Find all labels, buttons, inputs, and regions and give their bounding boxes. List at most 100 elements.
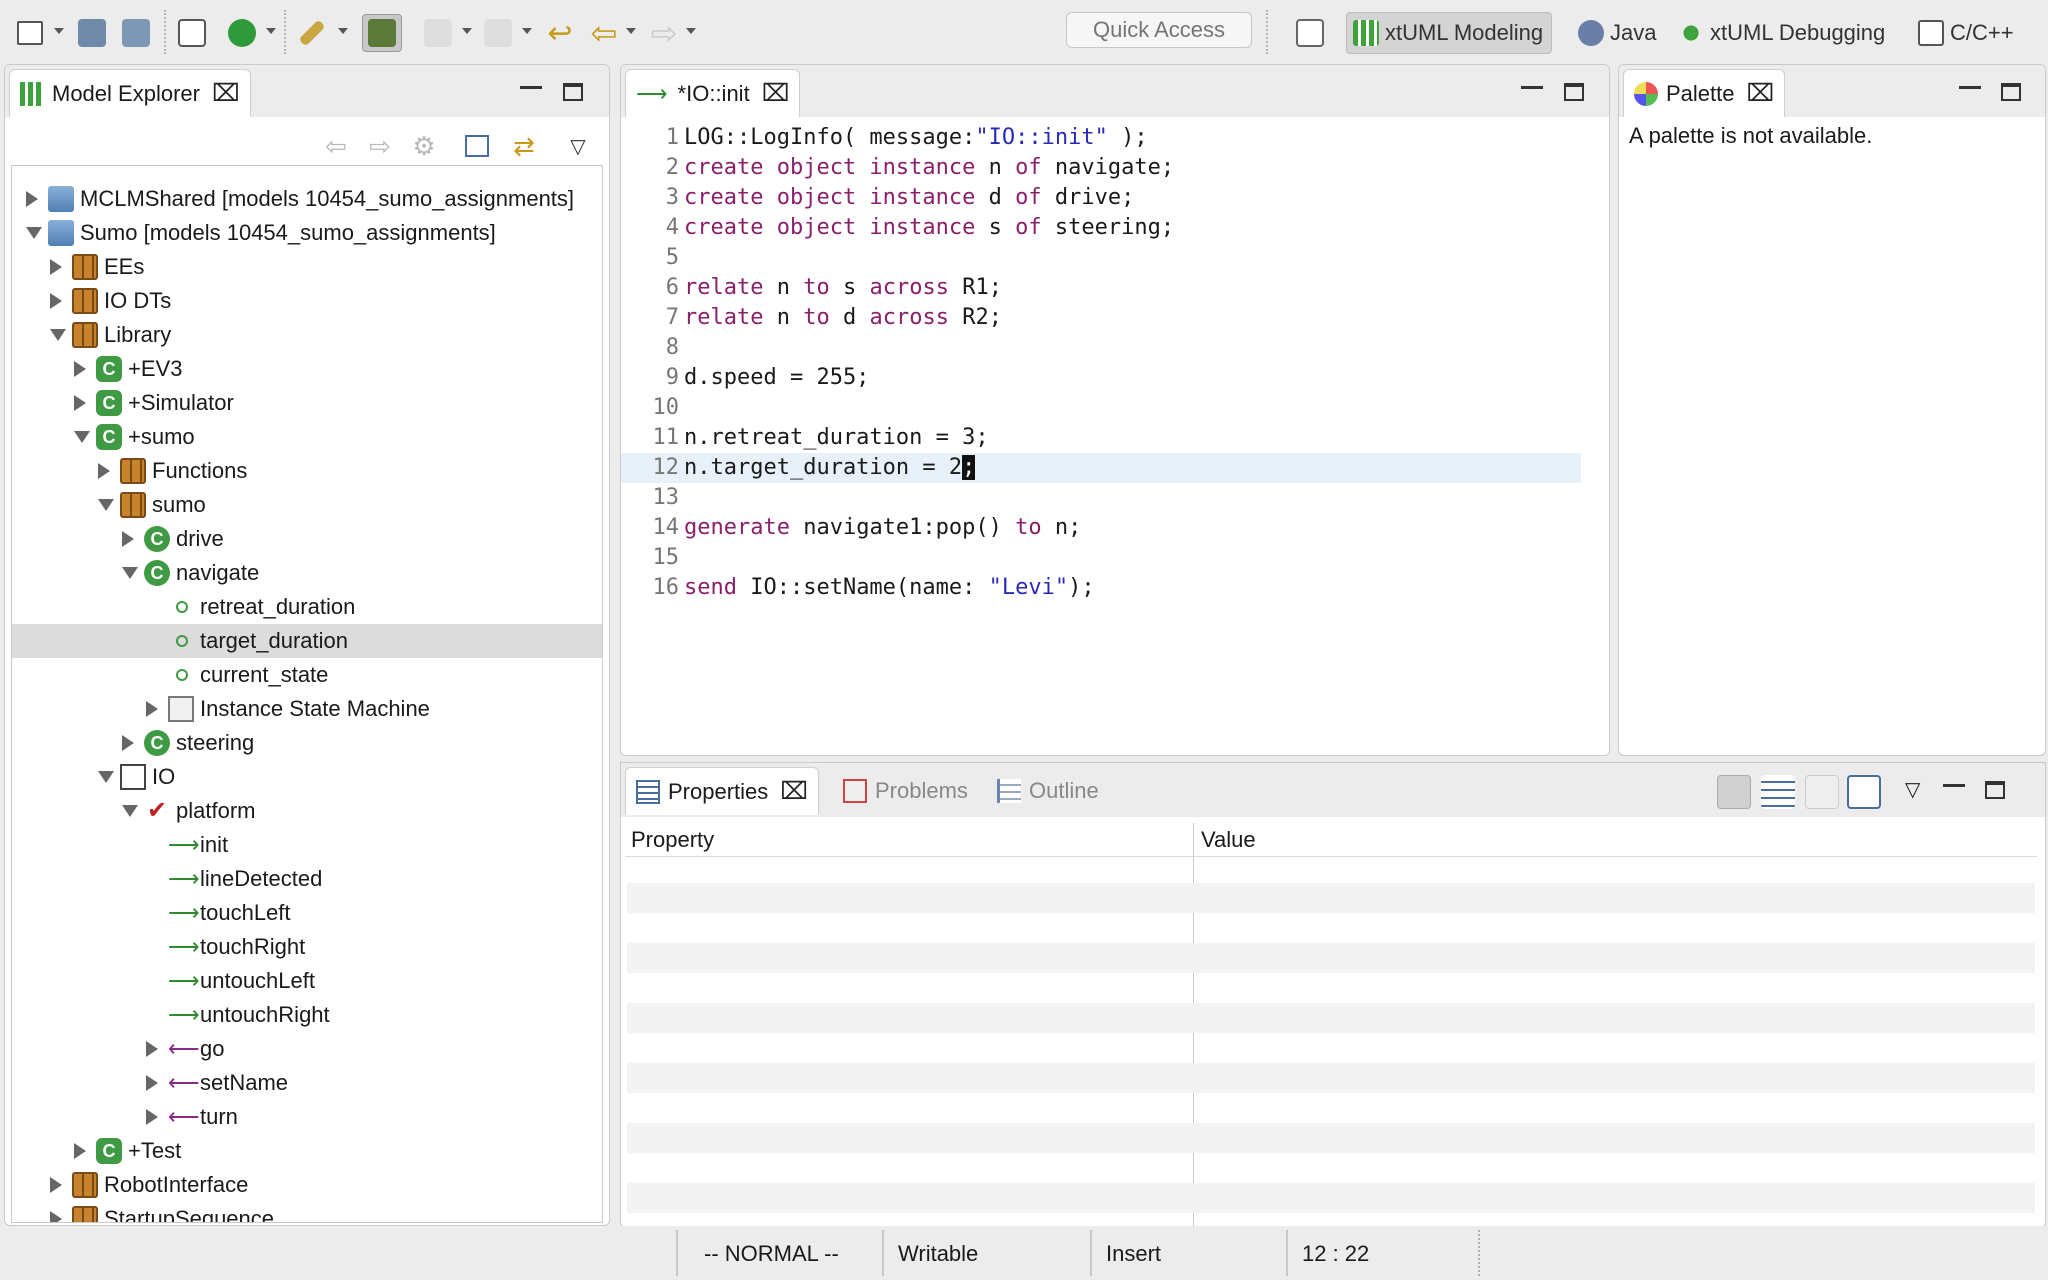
- expanded-twisty-icon[interactable]: [98, 499, 114, 511]
- tree-item[interactable]: ⟶ untouchRight: [12, 998, 602, 1032]
- perspective-cpp[interactable]: C/C++: [1918, 12, 2014, 54]
- tree-item[interactable]: ⟶ touchLeft: [12, 896, 602, 930]
- tree-item[interactable]: ✔ platform: [12, 794, 602, 828]
- tree-item[interactable]: ⟵ go: [12, 1032, 602, 1066]
- maximize-button[interactable]: [1985, 781, 2005, 799]
- code-line[interactable]: 13: [621, 483, 1581, 513]
- code-line[interactable]: 3 create object instance d of drive;: [621, 183, 1581, 213]
- last-edit-button[interactable]: ↩: [540, 14, 580, 52]
- back-button[interactable]: ⇦: [584, 14, 624, 52]
- pin-view-button[interactable]: [1847, 775, 1881, 809]
- chevron-down-icon[interactable]: [626, 28, 636, 34]
- tree-item[interactable]: C +EV3: [12, 352, 602, 386]
- code-line[interactable]: 6 relate n to s across R1;: [621, 273, 1581, 303]
- collapsed-twisty-icon[interactable]: [74, 1143, 86, 1159]
- back-nav-icon[interactable]: ⇦: [321, 131, 351, 161]
- code-line[interactable]: 10: [621, 393, 1581, 423]
- collapsed-twisty-icon[interactable]: [74, 395, 86, 411]
- maximize-button[interactable]: [563, 83, 583, 101]
- collapsed-twisty-icon[interactable]: [74, 361, 86, 377]
- perspective-xtuml-modeling[interactable]: xtUML Modeling: [1346, 12, 1553, 54]
- chevron-down-icon[interactable]: [522, 28, 532, 34]
- code-line[interactable]: 15: [621, 543, 1581, 573]
- forward-button[interactable]: ⇨: [644, 14, 684, 52]
- tree-item[interactable]: Sumo [models 10454_sumo_assignments]: [12, 216, 602, 250]
- tree-item[interactable]: IO DTs: [12, 284, 602, 318]
- tab-problems[interactable]: Problems: [833, 767, 978, 815]
- tree-item[interactable]: EEs: [12, 250, 602, 284]
- code-line[interactable]: 16 send IO::setName(name: "Levi");: [621, 573, 1581, 603]
- tree-item[interactable]: StartupSequence: [12, 1202, 602, 1222]
- collapsed-twisty-icon[interactable]: [146, 1109, 158, 1125]
- minimize-button[interactable]: [520, 79, 542, 89]
- run-button[interactable]: [222, 14, 262, 52]
- expanded-twisty-icon[interactable]: [26, 227, 42, 239]
- tab-io-init[interactable]: ⟶ *IO::init ⌧: [625, 69, 801, 117]
- chevron-down-icon[interactable]: [462, 28, 472, 34]
- tree-item[interactable]: MCLMShared [models 10454_sumo_assignment…: [12, 182, 602, 216]
- code-line[interactable]: 2 create object instance n of navigate;: [621, 153, 1581, 183]
- maximize-button[interactable]: [2001, 83, 2021, 101]
- open-perspective-button[interactable]: [1290, 14, 1330, 52]
- chevron-down-icon[interactable]: [686, 28, 696, 34]
- save-all-button[interactable]: [116, 14, 156, 52]
- tree-item[interactable]: retreat_duration: [12, 590, 602, 624]
- binary-button[interactable]: [172, 14, 212, 52]
- tree-item[interactable]: ⟶ init: [12, 828, 602, 862]
- collapsed-twisty-icon[interactable]: [146, 1075, 158, 1091]
- code-line[interactable]: 14 generate navigate1:pop() to n;: [621, 513, 1581, 543]
- close-icon[interactable]: ⌧: [780, 779, 808, 804]
- tab-properties[interactable]: Properties ⌧: [625, 767, 819, 815]
- tree-item[interactable]: Cdrive: [12, 522, 602, 556]
- show-categories-button[interactable]: [1717, 775, 1751, 809]
- collapsed-twisty-icon[interactable]: [26, 191, 38, 207]
- expanded-twisty-icon[interactable]: [74, 431, 90, 443]
- code-area[interactable]: 1 LOG::LogInfo( message:"IO::init" ); 2 cre…: [621, 117, 1609, 755]
- code-line[interactable]: 8: [621, 333, 1581, 363]
- code-line[interactable]: 4 create object instance s of steering;: [621, 213, 1581, 243]
- expanded-twisty-icon[interactable]: [50, 329, 66, 341]
- tab-model-explorer[interactable]: Model Explorer ⌧: [9, 69, 251, 117]
- tree-item[interactable]: ⟶ untouchLeft: [12, 964, 602, 998]
- collapsed-twisty-icon[interactable]: [50, 259, 62, 275]
- expanded-twisty-icon[interactable]: [122, 567, 138, 579]
- tree-item[interactable]: Instance State Machine: [12, 692, 602, 726]
- tree-item[interactable]: Functions: [12, 454, 602, 488]
- collapsed-twisty-icon[interactable]: [98, 463, 110, 479]
- tree-item[interactable]: sumo: [12, 488, 602, 522]
- tree-item[interactable]: Library: [12, 318, 602, 352]
- next-annotation-button[interactable]: [418, 14, 458, 52]
- tree-item[interactable]: C +Test: [12, 1134, 602, 1168]
- code-line[interactable]: 5: [621, 243, 1581, 273]
- link-with-editor-icon[interactable]: ⇄: [509, 131, 539, 161]
- code-line[interactable]: 1 LOG::LogInfo( message:"IO::init" );: [621, 123, 1581, 153]
- minimize-button[interactable]: [1521, 79, 1543, 89]
- tab-outline[interactable]: Outline: [987, 767, 1109, 815]
- collapsed-twisty-icon[interactable]: [122, 531, 134, 547]
- forward-nav-icon[interactable]: ⇨: [365, 131, 395, 161]
- tools-button[interactable]: [292, 14, 332, 52]
- view-menu-icon[interactable]: ▽: [1905, 777, 1920, 802]
- tree-item[interactable]: IO: [12, 760, 602, 794]
- expanded-twisty-icon[interactable]: [122, 805, 138, 817]
- tree-item[interactable]: ⟶ touchRight: [12, 930, 602, 964]
- chevron-down-icon[interactable]: [338, 28, 348, 34]
- tree-item[interactable]: ⟵ setName: [12, 1066, 602, 1100]
- tree-item[interactable]: C +sumo: [12, 420, 602, 454]
- view-menu-icon[interactable]: ▽: [563, 131, 593, 161]
- save-button[interactable]: [72, 14, 112, 52]
- tree-item[interactable]: C +Simulator: [12, 386, 602, 420]
- quick-access-input[interactable]: [1066, 12, 1252, 48]
- close-icon[interactable]: ⌧: [212, 81, 240, 106]
- tree-item[interactable]: ⟵ turn: [12, 1100, 602, 1134]
- code-line[interactable]: 7 relate n to d across R2;: [621, 303, 1581, 333]
- collapsed-twisty-icon[interactable]: [50, 293, 62, 309]
- minimize-button[interactable]: [1959, 79, 1981, 89]
- tree-item[interactable]: Csteering: [12, 726, 602, 760]
- home-nav-icon[interactable]: ⚙: [409, 131, 439, 161]
- collapsed-twisty-icon[interactable]: [50, 1211, 62, 1222]
- tab-palette[interactable]: Palette ⌧: [1623, 69, 1786, 117]
- toggle-build-button[interactable]: [362, 14, 402, 52]
- prev-annotation-button[interactable]: [478, 14, 518, 52]
- chevron-down-icon[interactable]: [54, 28, 64, 34]
